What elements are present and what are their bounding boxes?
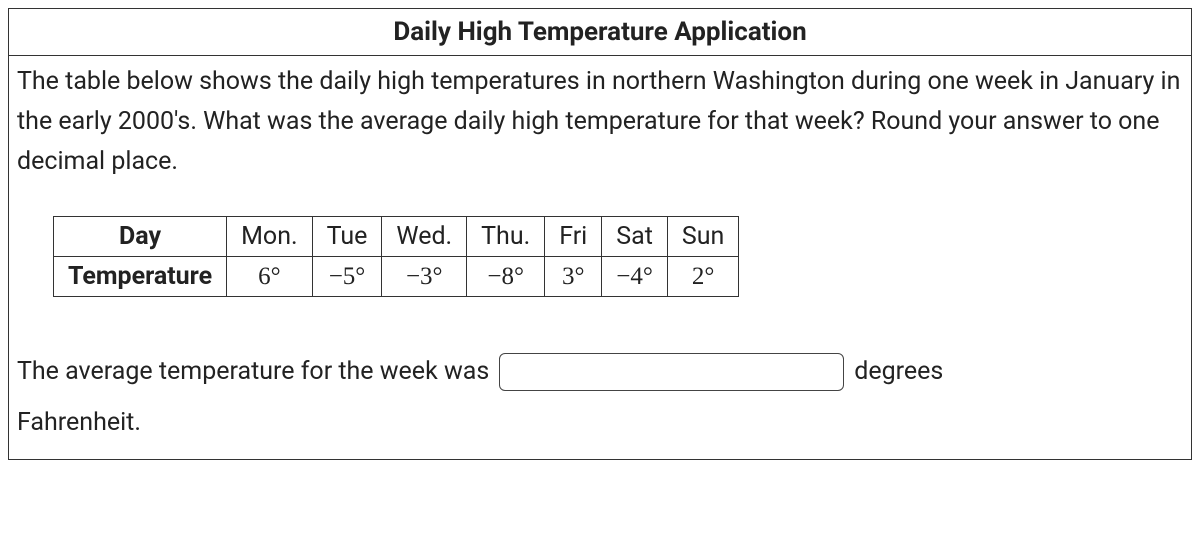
day-cell: Tue	[312, 217, 382, 257]
table-row: Temperature 6° −5° −3° −8° 3° −4° 2°	[54, 257, 739, 297]
temperature-table: Day Mon. Tue Wed. Thu. Fri Sat Sun Tempe…	[53, 216, 739, 297]
temperature-cell: −5°	[312, 257, 382, 297]
temperature-cell: 3°	[545, 257, 602, 297]
temperature-cell: 2°	[667, 257, 738, 297]
data-table-wrapper: Day Mon. Tue Wed. Thu. Fri Sat Sun Tempe…	[53, 216, 1183, 297]
temperature-cell: −3°	[382, 257, 467, 297]
day-cell: Wed.	[382, 217, 467, 257]
day-cell: Thu.	[467, 217, 545, 257]
app-container: Daily High Temperature Application The t…	[8, 8, 1192, 460]
temperature-cell: −8°	[467, 257, 545, 297]
answer-suffix-fahrenheit: Fahrenheit.	[17, 400, 1183, 445]
day-cell: Sun	[667, 217, 738, 257]
temperature-cell: 6°	[227, 257, 312, 297]
app-title: Daily High Temperature Application	[9, 9, 1191, 56]
question-text: The table below shows the daily high tem…	[17, 62, 1183, 182]
day-cell: Sat	[602, 217, 668, 257]
table-row: Day Mon. Tue Wed. Thu. Fri Sat Sun	[54, 217, 739, 257]
answer-suffix-degrees: degrees	[854, 349, 943, 394]
content-area: The table below shows the daily high tem…	[9, 56, 1191, 459]
day-row-header: Day	[54, 217, 227, 257]
answer-prompt: The average temperature for the week was…	[17, 349, 1183, 445]
temperature-row-header: Temperature	[54, 257, 227, 297]
temperature-cell: −4°	[602, 257, 668, 297]
day-cell: Mon.	[227, 217, 312, 257]
answer-prefix: The average temperature for the week was	[17, 349, 489, 394]
answer-input[interactable]	[499, 353, 844, 391]
day-cell: Fri	[545, 217, 602, 257]
